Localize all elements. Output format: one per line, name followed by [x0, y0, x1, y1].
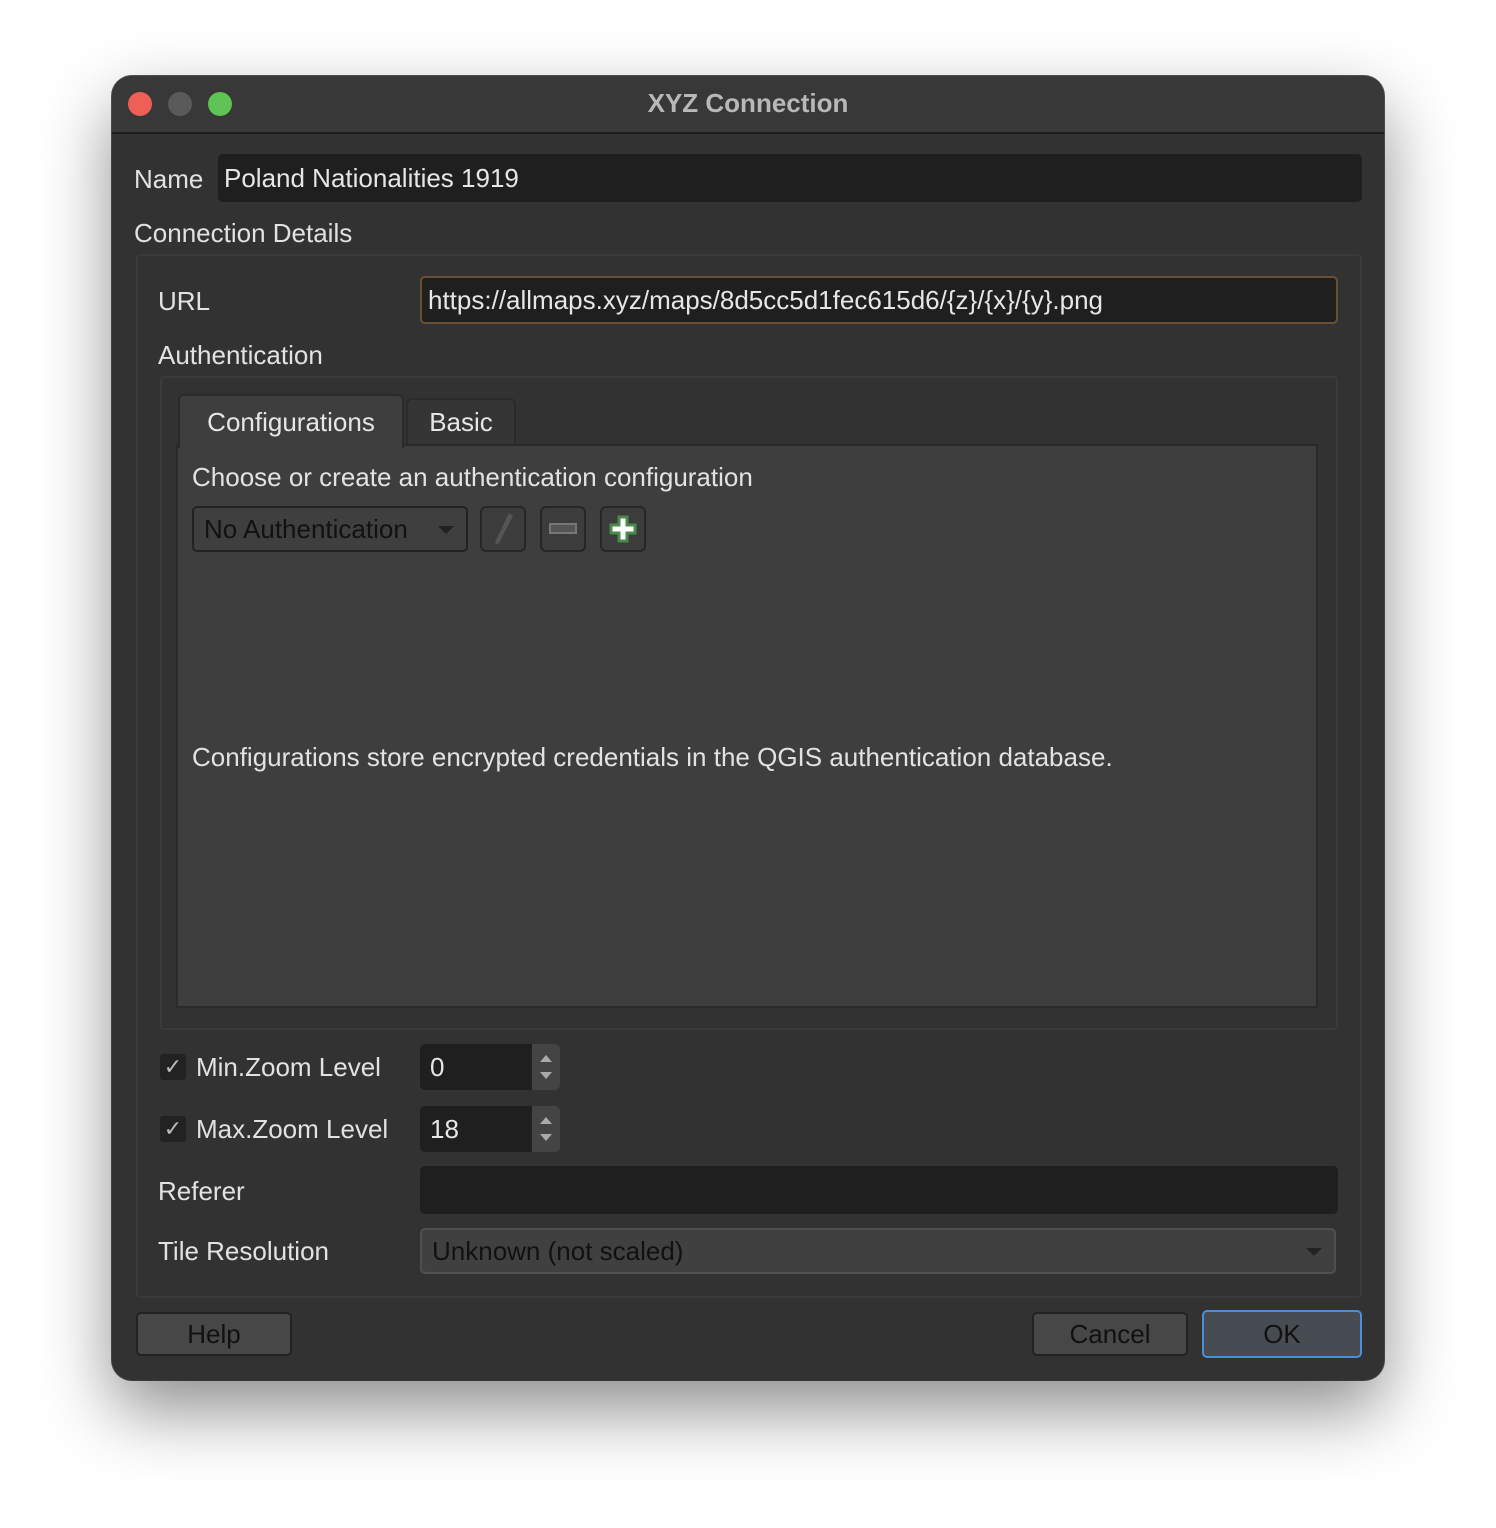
tab-basic[interactable]: Basic [406, 398, 516, 444]
name-input[interactable]: Poland Nationalities 1919 [218, 154, 1362, 202]
auth-config-select[interactable]: No Authentication [192, 506, 468, 552]
url-label: URL [158, 286, 211, 316]
help-button[interactable]: Help [136, 1312, 292, 1356]
checkmark-icon: ✓ [163, 1054, 183, 1079]
chevron-down-icon [1306, 1248, 1322, 1256]
remove-config-button[interactable] [540, 506, 586, 552]
min-zoom-label: Min.Zoom Level [196, 1052, 381, 1082]
tile-resolution-value: Unknown (not scaled) [432, 1235, 684, 1266]
title-bar: XYZ Connection [112, 76, 1384, 134]
up-down-arrows-icon [540, 1055, 552, 1079]
tab-configurations[interactable]: Configurations [178, 394, 404, 448]
plus-icon [609, 515, 637, 543]
auth-note: Configurations store encrypted credentia… [192, 742, 1113, 772]
max-zoom-spinbox[interactable]: 18 [420, 1106, 560, 1152]
referer-input[interactable] [420, 1166, 1338, 1214]
min-zoom-spinbox[interactable]: 0 [420, 1044, 560, 1090]
cancel-button[interactable]: Cancel [1032, 1312, 1188, 1356]
min-zoom-value: 0 [430, 1051, 445, 1082]
max-zoom-checkbox[interactable]: ✓ [160, 1116, 186, 1142]
edit-config-button[interactable] [480, 506, 526, 552]
add-config-button[interactable] [600, 506, 646, 552]
min-zoom-checkbox[interactable]: ✓ [160, 1054, 186, 1080]
checkmark-icon: ✓ [163, 1116, 183, 1141]
ok-button[interactable]: OK [1202, 1310, 1362, 1358]
minus-icon [549, 523, 577, 534]
tile-resolution-select[interactable]: Unknown (not scaled) [420, 1228, 1336, 1274]
referer-label: Referer [158, 1176, 245, 1206]
tile-resolution-label: Tile Resolution [158, 1236, 330, 1266]
auth-config-value: No Authentication [204, 513, 408, 544]
up-down-arrows-icon [540, 1117, 552, 1141]
pencil-icon [495, 513, 513, 545]
max-zoom-label: Max.Zoom Level [196, 1114, 389, 1144]
window-title: XYZ Connection [647, 88, 849, 118]
chevron-down-icon [438, 526, 454, 534]
spinner-arrows[interactable] [531, 1106, 560, 1152]
auth-prompt: Choose or create an authentication confi… [192, 462, 753, 492]
spinner-arrows[interactable] [531, 1044, 560, 1090]
max-zoom-value: 18 [430, 1113, 459, 1144]
xyz-connection-dialog: XYZ Connection Name Poland Nationalities… [112, 76, 1384, 1380]
name-label: Name [134, 164, 204, 194]
connection-details-heading: Connection Details [134, 218, 353, 248]
url-input[interactable]: https://allmaps.xyz/maps/8d5cc5d1fec615d… [420, 276, 1338, 324]
authentication-heading: Authentication [158, 340, 323, 370]
